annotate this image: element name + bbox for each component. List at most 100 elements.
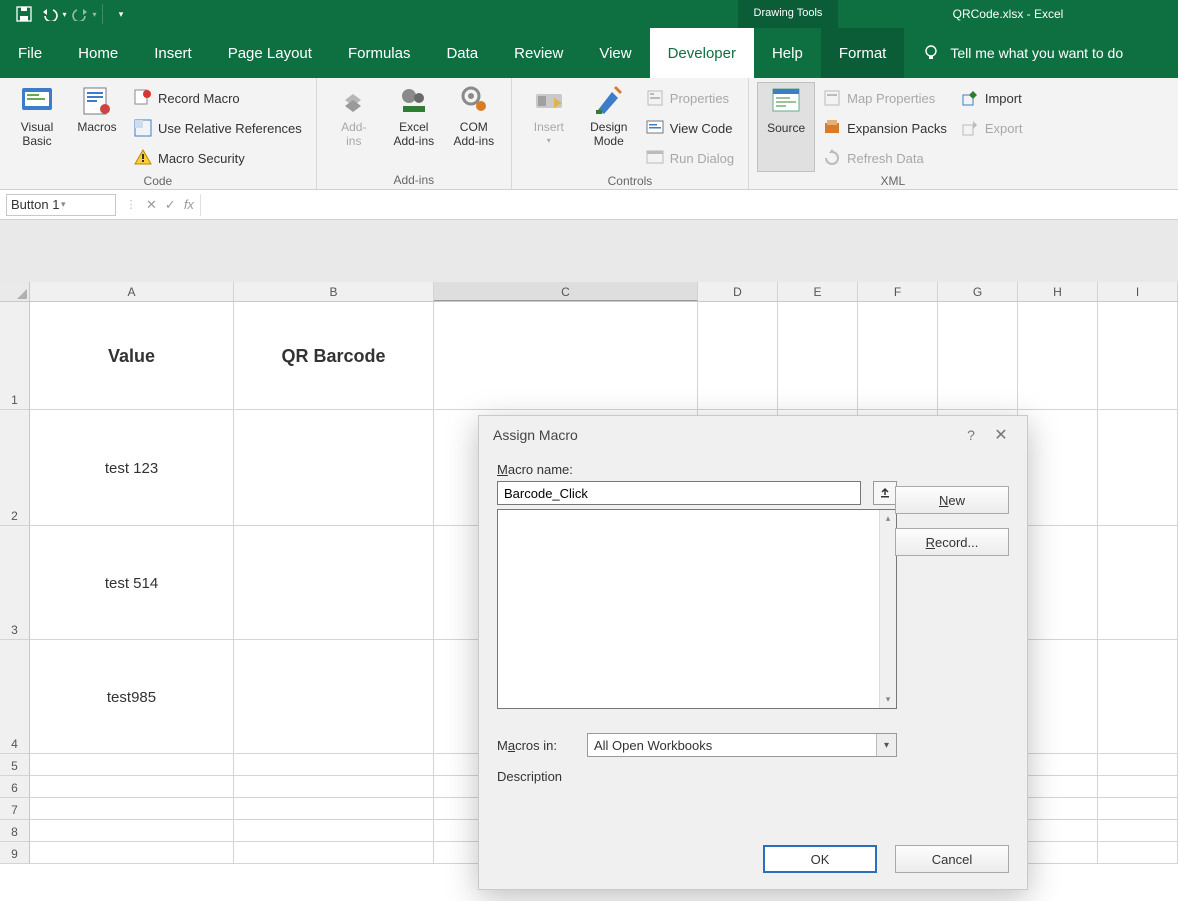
cancel-edit-icon[interactable]: ✕: [146, 197, 157, 213]
cell-A1[interactable]: Value: [30, 302, 234, 410]
properties-button[interactable]: Properties: [640, 84, 740, 112]
cell-A4[interactable]: test985: [30, 640, 234, 754]
cell-A2[interactable]: test 123: [30, 410, 234, 526]
macros-in-select[interactable]: All Open Workbooks ▾: [587, 733, 897, 757]
ok-button[interactable]: OK: [763, 845, 877, 873]
row-header-5[interactable]: 5: [0, 754, 29, 776]
cell-H9[interactable]: [1018, 842, 1098, 864]
cell-B8[interactable]: [234, 820, 434, 842]
design-mode-button[interactable]: Design Mode: [580, 82, 638, 172]
cell-A8[interactable]: [30, 820, 234, 842]
macros-button[interactable]: Macros: [68, 82, 126, 172]
cell-I5[interactable]: [1098, 754, 1178, 776]
tab-file[interactable]: File: [0, 28, 60, 78]
chevron-down-icon[interactable]: ▾: [876, 734, 896, 756]
cell-B3[interactable]: [234, 526, 434, 640]
cell-I9[interactable]: [1098, 842, 1178, 864]
import-button[interactable]: Import: [955, 84, 1029, 112]
cell-B7[interactable]: [234, 798, 434, 820]
record-macro-button[interactable]: Record...: [895, 528, 1009, 556]
cell-H5[interactable]: [1018, 754, 1098, 776]
row-header-4[interactable]: 4: [0, 640, 29, 754]
column-header-H[interactable]: H: [1018, 282, 1098, 301]
tab-help[interactable]: Help: [754, 28, 821, 78]
cell-I3[interactable]: [1098, 526, 1178, 640]
visual-basic-button[interactable]: Visual Basic: [8, 82, 66, 172]
cell-I7[interactable]: [1098, 798, 1178, 820]
refresh-data-button[interactable]: Refresh Data: [817, 144, 953, 172]
cell-B2[interactable]: [234, 410, 434, 526]
close-icon[interactable]: ✕: [985, 425, 1017, 445]
use-relative-references-button[interactable]: Use Relative References: [128, 114, 308, 142]
macro-security-button[interactable]: Macro Security: [128, 144, 308, 172]
tab-developer[interactable]: Developer: [650, 28, 754, 78]
cancel-button[interactable]: Cancel: [895, 845, 1009, 873]
column-header-E[interactable]: E: [778, 282, 858, 301]
save-icon[interactable]: [10, 2, 38, 26]
scrollbar[interactable]: ▴ ▾: [879, 510, 896, 708]
cell-A3[interactable]: test 514: [30, 526, 234, 640]
cell-A7[interactable]: [30, 798, 234, 820]
cell-B1[interactable]: QR Barcode: [234, 302, 434, 410]
cell-F1[interactable]: [858, 302, 938, 410]
cell-G1[interactable]: [938, 302, 1018, 410]
expansion-packs-button[interactable]: Expansion Packs: [817, 114, 953, 142]
cell-A9[interactable]: [30, 842, 234, 864]
insert-control-button[interactable]: Insert ▾: [520, 82, 578, 172]
cell-I2[interactable]: [1098, 410, 1178, 526]
cell-H8[interactable]: [1018, 820, 1098, 842]
select-all-corner[interactable]: [0, 282, 30, 301]
cell-B9[interactable]: [234, 842, 434, 864]
cell-D1[interactable]: [698, 302, 778, 410]
row-header-2[interactable]: 2: [0, 410, 29, 526]
cell-I1[interactable]: [1098, 302, 1178, 410]
tell-me-search[interactable]: Tell me what you want to do: [904, 28, 1141, 78]
row-header-1[interactable]: 1: [0, 302, 29, 410]
column-header-B[interactable]: B: [234, 282, 434, 301]
view-code-button[interactable]: View Code: [640, 114, 740, 142]
chevron-down-icon[interactable]: ▾: [61, 199, 111, 210]
cell-A6[interactable]: [30, 776, 234, 798]
tab-home[interactable]: Home: [60, 28, 136, 78]
tab-page-layout[interactable]: Page Layout: [210, 28, 330, 78]
map-properties-button[interactable]: Map Properties: [817, 84, 953, 112]
cell-H7[interactable]: [1018, 798, 1098, 820]
cell-B4[interactable]: [234, 640, 434, 754]
cell-I6[interactable]: [1098, 776, 1178, 798]
cell-E1[interactable]: [778, 302, 858, 410]
name-box[interactable]: Button 1 ▾: [6, 194, 116, 216]
cell-H4[interactable]: [1018, 640, 1098, 754]
tab-review[interactable]: Review: [496, 28, 581, 78]
customize-qat-icon[interactable]: ▾: [107, 2, 135, 26]
column-header-I[interactable]: I: [1098, 282, 1178, 301]
column-header-A[interactable]: A: [30, 282, 234, 301]
row-header-9[interactable]: 9: [0, 842, 29, 864]
collapse-dialog-icon[interactable]: [873, 481, 897, 505]
cell-I4[interactable]: [1098, 640, 1178, 754]
cell-H1[interactable]: [1018, 302, 1098, 410]
cell-B6[interactable]: [234, 776, 434, 798]
row-header-8[interactable]: 8: [0, 820, 29, 842]
row-header-3[interactable]: 3: [0, 526, 29, 640]
column-header-G[interactable]: G: [938, 282, 1018, 301]
macro-name-input[interactable]: [497, 481, 861, 505]
formula-input[interactable]: [200, 194, 1172, 216]
confirm-edit-icon[interactable]: ✓: [165, 197, 176, 213]
excel-addins-button[interactable]: Excel Add-ins: [385, 82, 443, 171]
column-header-C[interactable]: C: [434, 282, 698, 301]
help-button[interactable]: ?: [957, 427, 985, 443]
export-button[interactable]: Export: [955, 114, 1029, 142]
tab-view[interactable]: View: [581, 28, 649, 78]
cell-H6[interactable]: [1018, 776, 1098, 798]
record-macro-button[interactable]: Record Macro: [128, 84, 308, 112]
source-button[interactable]: Source: [757, 82, 815, 172]
run-dialog-button[interactable]: Run Dialog: [640, 144, 740, 172]
row-header-6[interactable]: 6: [0, 776, 29, 798]
cell-A5[interactable]: [30, 754, 234, 776]
macro-list[interactable]: ▴ ▾: [497, 509, 897, 709]
expand-formula-bar-icon[interactable]: ⋮: [122, 198, 140, 211]
addins-button[interactable]: Add- ins: [325, 82, 383, 171]
dialog-titlebar[interactable]: Assign Macro ? ✕: [479, 416, 1027, 454]
row-header-7[interactable]: 7: [0, 798, 29, 820]
undo-icon[interactable]: ▾: [40, 2, 68, 26]
